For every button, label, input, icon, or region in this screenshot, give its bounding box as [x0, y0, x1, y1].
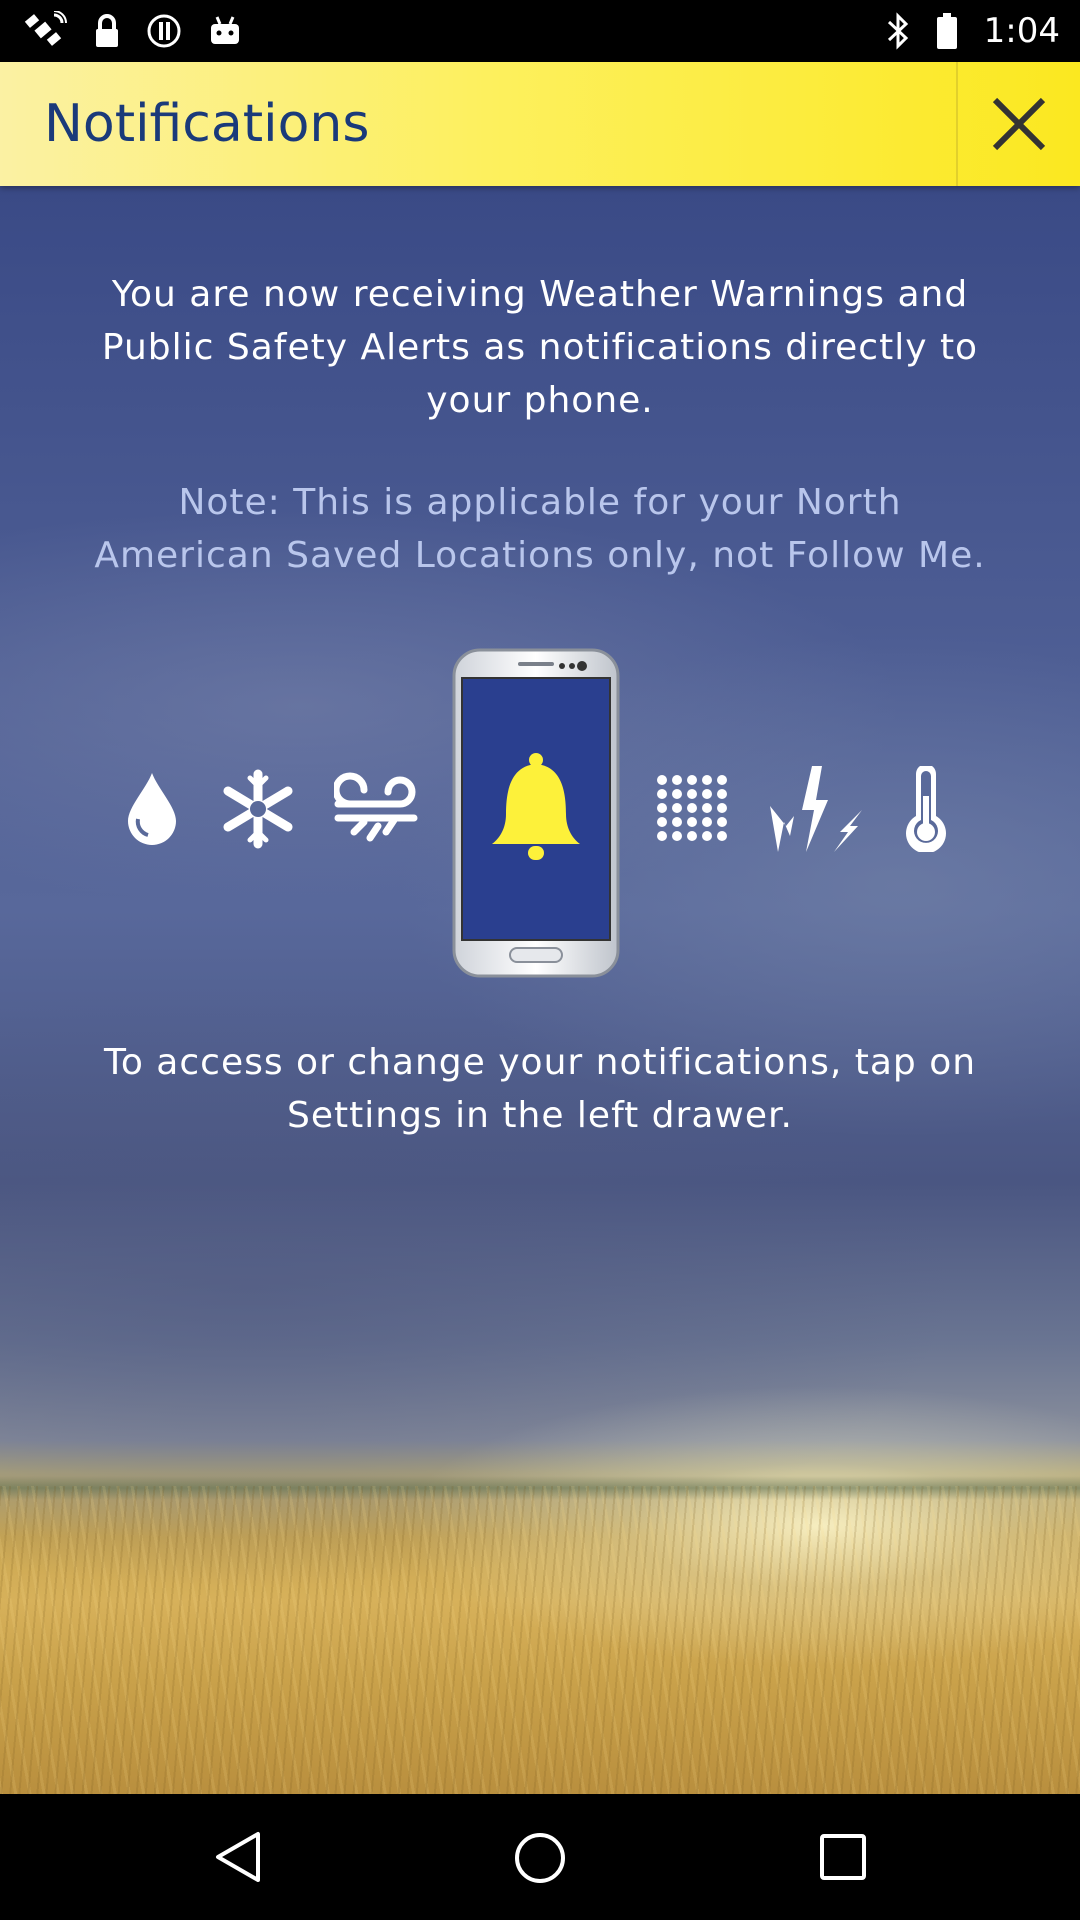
status-time: 1:04 [983, 11, 1060, 51]
battery-icon [936, 13, 957, 49]
status-bar: 1:04 [0, 0, 1080, 62]
thermometer-icon [906, 766, 946, 852]
status-right-icons: 1:04 [886, 10, 1060, 52]
access-instructions-text: To access or change your notifications, … [103, 1042, 977, 1136]
close-icon [992, 97, 1046, 151]
raindrop-icon [128, 773, 176, 845]
wind-icon [334, 772, 418, 842]
intro-text: You are now receiving Weather Warnings a… [101, 274, 979, 421]
lightning-icon [770, 766, 862, 852]
note-text: Note: This is applicable for your North … [94, 482, 986, 576]
field-background [0, 1486, 1080, 1794]
notifications-content: You are now receiving Weather Warnings a… [0, 186, 1080, 1794]
sync-icon [147, 14, 181, 48]
lock-icon [96, 14, 118, 47]
android-icon [211, 16, 239, 44]
app-header: Notifications [0, 62, 1080, 186]
hail-icon [657, 775, 727, 841]
status-left-icons [24, 10, 242, 52]
snowflake-icon [223, 769, 293, 849]
close-button[interactable] [958, 62, 1080, 186]
phone-bell-icon [452, 648, 620, 978]
recents-icon[interactable] [818, 1832, 868, 1882]
bluetooth-icon [887, 12, 908, 50]
home-icon[interactable] [512, 1830, 568, 1886]
page-title: Notifications [44, 94, 370, 154]
satellite-icon [24, 11, 67, 46]
back-icon[interactable] [212, 1830, 264, 1884]
navigation-bar [0, 1794, 1080, 1920]
